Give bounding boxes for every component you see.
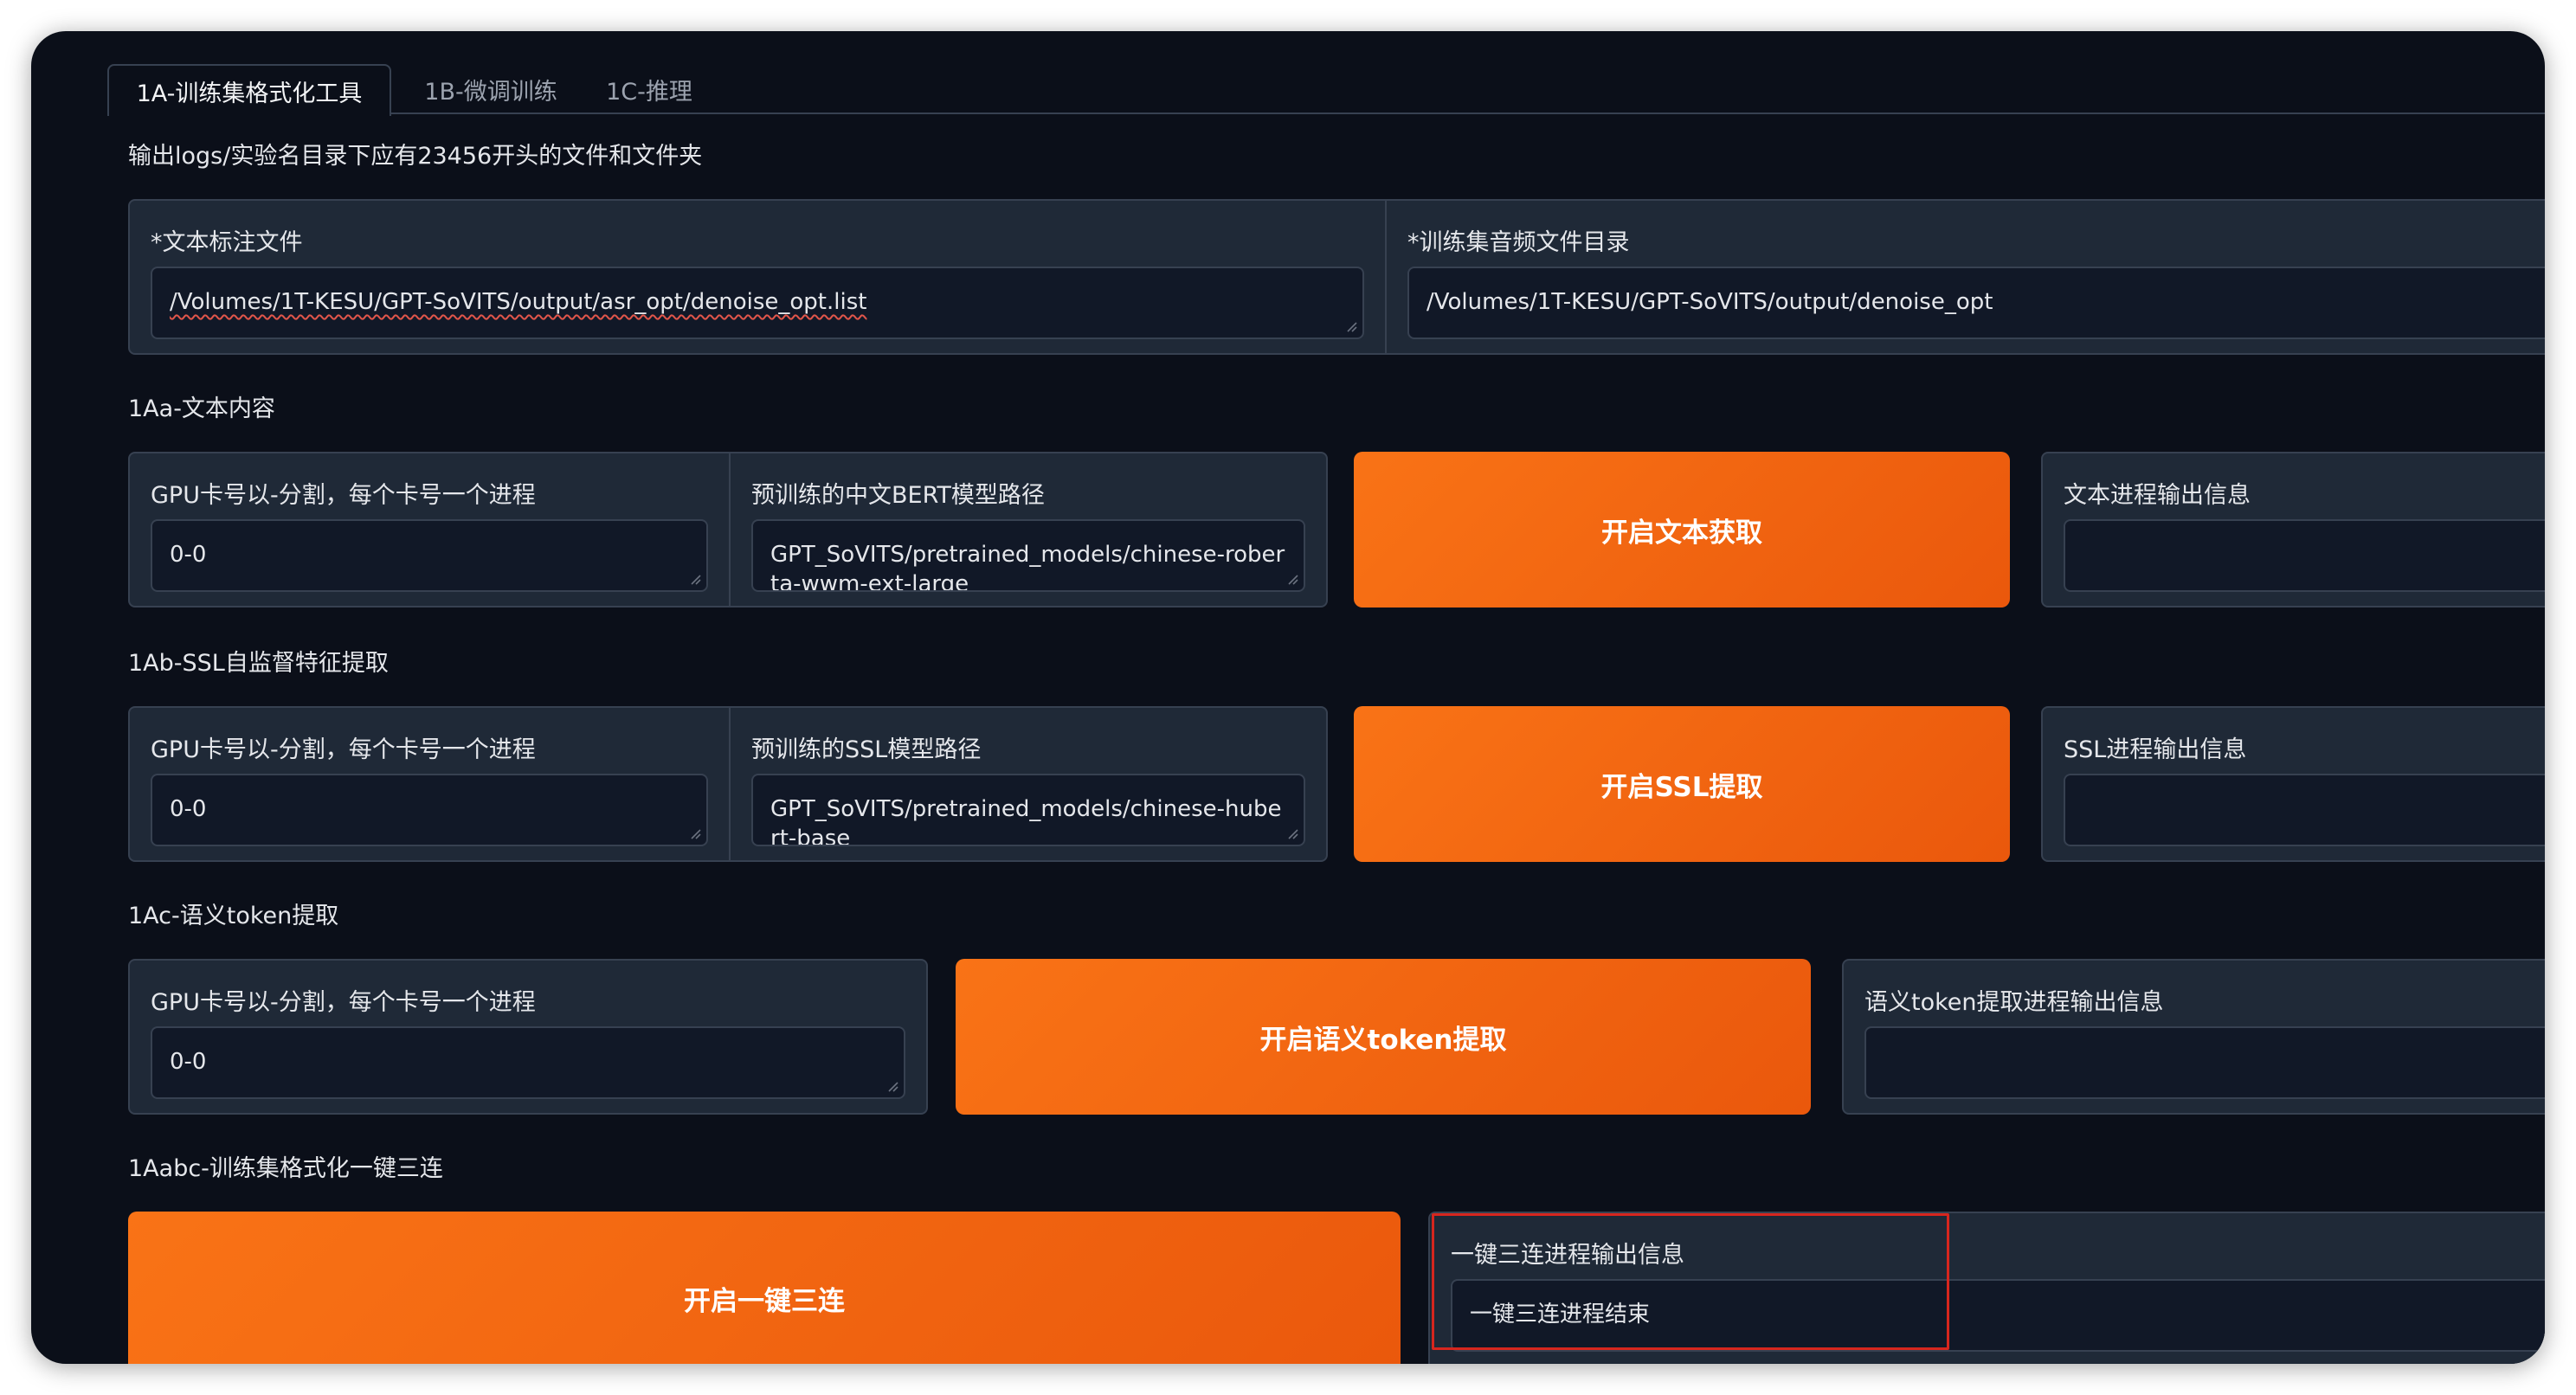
intro-text: 输出logs/实验名目录下应有23456开头的文件和文件夹 <box>128 143 703 170</box>
resize-handle-icon[interactable] <box>689 573 701 585</box>
ssl-settings-panel: GPU卡号以-分割，每个卡号一个进程 0-0 预训练的SSL模型路径 GPT_S… <box>128 706 1328 862</box>
ssl-path-input[interactable]: GPT_SoVITS/pretrained_models/chinese-hub… <box>751 774 1305 846</box>
section-text-title: 1Aa-文本内容 <box>128 395 275 422</box>
bert-path-cell: 预训练的中文BERT模型路径 GPT_SoVITS/pretrained_mod… <box>731 453 1326 606</box>
text-gpu-value: 0-0 <box>170 542 207 568</box>
section-semantic-title: 1Ac-语义token提取 <box>128 903 339 929</box>
resize-handle-icon[interactable] <box>1286 573 1298 585</box>
ssl-path-value: GPT_SoVITS/pretrained_models/chinese-hub… <box>770 796 1282 846</box>
text-label-file-cell: *文本标注文件 /Volumes/1T-KESU/GPT-SoVITS/outp… <box>130 201 1385 353</box>
start-semantic-token-button[interactable]: 开启语义token提取 <box>956 959 1811 1115</box>
start-ssl-extraction-button[interactable]: 开启SSL提取 <box>1354 706 2010 862</box>
ssl-output-panel: SSL进程输出信息 <box>2041 706 2545 862</box>
semantic-output-label: 语义token提取进程输出信息 <box>1864 989 2164 1016</box>
section-ssl-title: 1Ab-SSL自监督特征提取 <box>128 650 389 677</box>
resize-handle-icon[interactable] <box>1286 827 1298 839</box>
ssl-path-cell: 预训练的SSL模型路径 GPT_SoVITS/pretrained_models… <box>731 708 1326 860</box>
dataset-inputs-panel: *文本标注文件 /Volumes/1T-KESU/GPT-SoVITS/outp… <box>128 199 2545 355</box>
ssl-gpu-input[interactable]: 0-0 <box>151 774 708 846</box>
ssl-gpu-cell: GPU卡号以-分割，每个卡号一个进程 0-0 <box>130 708 729 860</box>
bert-path-label: 预训练的中文BERT模型路径 <box>751 482 1045 509</box>
audio-dir-value: /Volumes/1T-KESU/GPT-SoVITS/output/denoi… <box>1426 289 1993 315</box>
bert-path-input[interactable]: GPT_SoVITS/pretrained_models/chinese-rob… <box>751 519 1305 592</box>
resize-handle-icon[interactable] <box>886 1080 898 1092</box>
text-output-field[interactable] <box>2064 519 2545 592</box>
tab-inference[interactable]: 1C-推理 <box>590 64 708 114</box>
text-label-file-value: /Volumes/1T-KESU/GPT-SoVITS/output/asr_o… <box>170 289 867 315</box>
audio-dir-label: *训练集音频文件目录 <box>1407 229 1630 256</box>
semantic-gpu-input[interactable]: 0-0 <box>151 1026 905 1099</box>
highlight-box <box>1432 1213 1949 1350</box>
text-settings-panel: GPU卡号以-分割，每个卡号一个进程 0-0 预训练的中文BERT模型路径 GP… <box>128 452 1328 608</box>
tab-finetune[interactable]: 1B-微调训练 <box>409 64 573 114</box>
bert-path-value: GPT_SoVITS/pretrained_models/chinese-rob… <box>770 542 1285 592</box>
ssl-gpu-value: 0-0 <box>170 796 207 822</box>
resize-handle-icon[interactable] <box>689 827 701 839</box>
text-output-panel: 文本进程输出信息 <box>2041 452 2545 608</box>
text-gpu-input[interactable]: 0-0 <box>151 519 708 592</box>
section-oneclick-title: 1Aabc-训练集格式化一键三连 <box>128 1155 443 1182</box>
start-text-extraction-button[interactable]: 开启文本获取 <box>1354 452 2010 608</box>
audio-dir-cell: *训练集音频文件目录 /Volumes/1T-KESU/GPT-SoVITS/o… <box>1387 201 2545 353</box>
app-window: 1A-训练集格式化工具 1B-微调训练 1C-推理 输出logs/实验名目录下应… <box>31 31 2545 1364</box>
text-gpu-cell: GPU卡号以-分割，每个卡号一个进程 0-0 <box>130 453 729 606</box>
tab-dataset-format[interactable]: 1A-训练集格式化工具 <box>107 64 391 116</box>
semantic-output-field[interactable] <box>1864 1026 2545 1099</box>
text-label-file-input[interactable]: /Volumes/1T-KESU/GPT-SoVITS/output/asr_o… <box>151 267 1364 339</box>
ssl-gpu-label: GPU卡号以-分割，每个卡号一个进程 <box>151 736 536 763</box>
text-label-file-label: *文本标注文件 <box>151 229 303 256</box>
ssl-path-label: 预训练的SSL模型路径 <box>751 736 982 763</box>
audio-dir-input[interactable]: /Volumes/1T-KESU/GPT-SoVITS/output/denoi… <box>1407 267 2545 339</box>
start-oneclick-button[interactable]: 开启一键三连 <box>128 1212 1401 1364</box>
main-content: 1A-训练集格式化工具 1B-微调训练 1C-推理 输出logs/实验名目录下应… <box>76 31 2545 1364</box>
semantic-gpu-value: 0-0 <box>170 1049 207 1075</box>
semantic-gpu-label: GPU卡号以-分割，每个卡号一个进程 <box>151 989 536 1016</box>
resize-handle-icon[interactable] <box>1345 320 1357 332</box>
text-gpu-label: GPU卡号以-分割，每个卡号一个进程 <box>151 482 536 509</box>
semantic-output-panel: 语义token提取进程输出信息 <box>1842 959 2545 1115</box>
semantic-settings-panel: GPU卡号以-分割，每个卡号一个进程 0-0 <box>128 959 928 1115</box>
text-output-label: 文本进程输出信息 <box>2064 482 2251 509</box>
ssl-output-field[interactable] <box>2064 774 2545 846</box>
ssl-output-label: SSL进程输出信息 <box>2064 736 2247 763</box>
